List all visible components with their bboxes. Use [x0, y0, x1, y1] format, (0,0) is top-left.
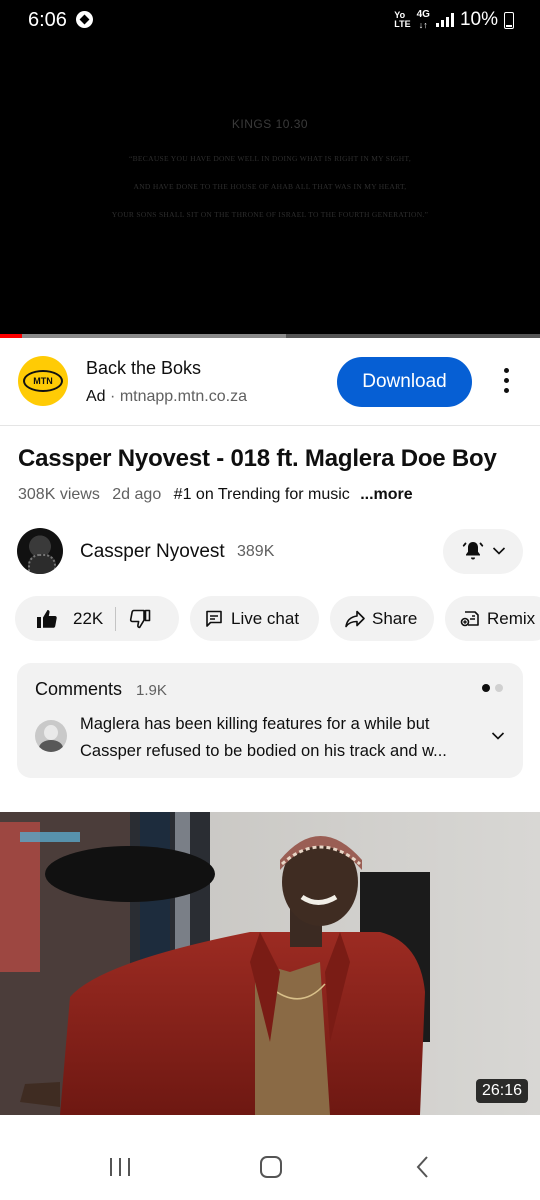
- video-meta[interactable]: 308K views 2d ago #1 on Trending for mus…: [18, 486, 413, 504]
- upload-age: 2d ago: [112, 486, 162, 503]
- chat-icon: [206, 610, 222, 627]
- battery-icon: [504, 11, 514, 29]
- remix-icon: [460, 610, 479, 626]
- bell-ring-icon: [462, 542, 484, 560]
- ad-domain: mtnapp.mtn.co.za: [119, 388, 247, 405]
- view-count: 308K views: [18, 486, 100, 503]
- ad-meta: Ad · mtnapp.mtn.co.za: [86, 388, 247, 406]
- like-count[interactable]: 22K: [73, 609, 103, 629]
- comments-page-indicator: [482, 684, 503, 692]
- more-options-icon[interactable]: [498, 368, 514, 398]
- data-arrows-icon: ↓↑: [418, 20, 428, 30]
- next-video-thumbnail[interactable]: 26:16: [0, 812, 540, 1115]
- chevron-down-icon[interactable]: [491, 731, 505, 741]
- channel-avatar[interactable]: [17, 528, 63, 574]
- share-label: Share: [372, 608, 418, 628]
- ad-title[interactable]: Back the Boks: [86, 358, 201, 379]
- comment-line: Cassper refused to be bodied on his trac…: [80, 742, 447, 760]
- live-chat-label: Live chat: [231, 608, 300, 628]
- status-indicators: Yo LTE 4G ↓↑ 10%: [394, 9, 514, 31]
- comments-count: 1.9K: [136, 682, 167, 699]
- video-player[interactable]: KINGS 10.30 “BECAUSE YOU HAVE DONE WELL …: [0, 40, 540, 338]
- remix-label: Remix: [487, 608, 536, 628]
- remix-button[interactable]: Remix: [445, 596, 540, 641]
- video-title: Cassper Nyovest - 018 ft. Maglera Doe Bo…: [18, 445, 497, 472]
- notifications-button[interactable]: [443, 529, 523, 574]
- video-duration: 26:16: [475, 1079, 528, 1103]
- thumbs-down-icon[interactable]: [128, 607, 152, 631]
- download-button[interactable]: Download: [337, 357, 472, 407]
- home-icon[interactable]: [258, 1155, 284, 1179]
- like-dislike-group[interactable]: 22K: [15, 596, 179, 641]
- back-icon[interactable]: [413, 1155, 433, 1179]
- verse-line: “BECAUSE YOU HAVE DONE WELL IN DOING WHA…: [128, 154, 411, 163]
- volte-indicator: Yo LTE: [394, 10, 411, 29]
- system-nav-bar: [0, 1116, 540, 1200]
- thumbs-up-icon[interactable]: [35, 607, 59, 631]
- share-button[interactable]: Share: [330, 596, 434, 641]
- status-time: 6:06: [28, 9, 67, 31]
- live-chat-button[interactable]: Live chat: [190, 596, 319, 641]
- network-type-indicator: 4G ↓↑: [416, 9, 430, 31]
- status-bar: 6:06 Yo LTE 4G ↓↑ 10%: [0, 0, 540, 40]
- comments-title: Comments: [35, 679, 123, 699]
- mtn-logo[interactable]: MTN: [18, 356, 68, 406]
- chevron-down-icon: [492, 547, 506, 555]
- signal-icon: [435, 13, 454, 27]
- ad-separator: ·: [110, 388, 116, 405]
- trending-label[interactable]: #1 on Trending for music: [174, 486, 350, 503]
- battery-percent: 10%: [459, 9, 498, 30]
- share-icon: [345, 610, 365, 627]
- ad-label: Ad: [86, 388, 106, 405]
- comments-panel[interactable]: Comments 1.9K Maglera has been killing f…: [17, 663, 523, 778]
- verse-title: KINGS 10.30: [231, 117, 309, 131]
- subscriber-count: 389K: [237, 543, 275, 560]
- like-divider: [115, 606, 117, 631]
- top-comment: Maglera has been killing features for a …: [80, 711, 480, 765]
- recent-apps-icon[interactable]: [108, 1156, 132, 1178]
- more-link[interactable]: ...more: [360, 486, 412, 503]
- ad-banner[interactable]: MTN Back the Boks Ad · mtnapp.mtn.co.za …: [0, 338, 540, 426]
- soccer-ball-icon: [76, 11, 93, 28]
- thumbnail-image: [0, 812, 540, 1115]
- comment-line: Maglera has been killing features for a …: [80, 715, 430, 733]
- mtn-logo-text: MTN: [23, 370, 63, 392]
- verse-line: AND HAVE DONE TO THE HOUSE OF AHAB ALL T…: [133, 182, 407, 191]
- commenter-avatar: [35, 720, 67, 752]
- verse-line: YOUR SONS SHALL SIT ON THE THRONE OF ISR…: [111, 210, 429, 219]
- channel-name[interactable]: Cassper Nyovest: [80, 541, 225, 563]
